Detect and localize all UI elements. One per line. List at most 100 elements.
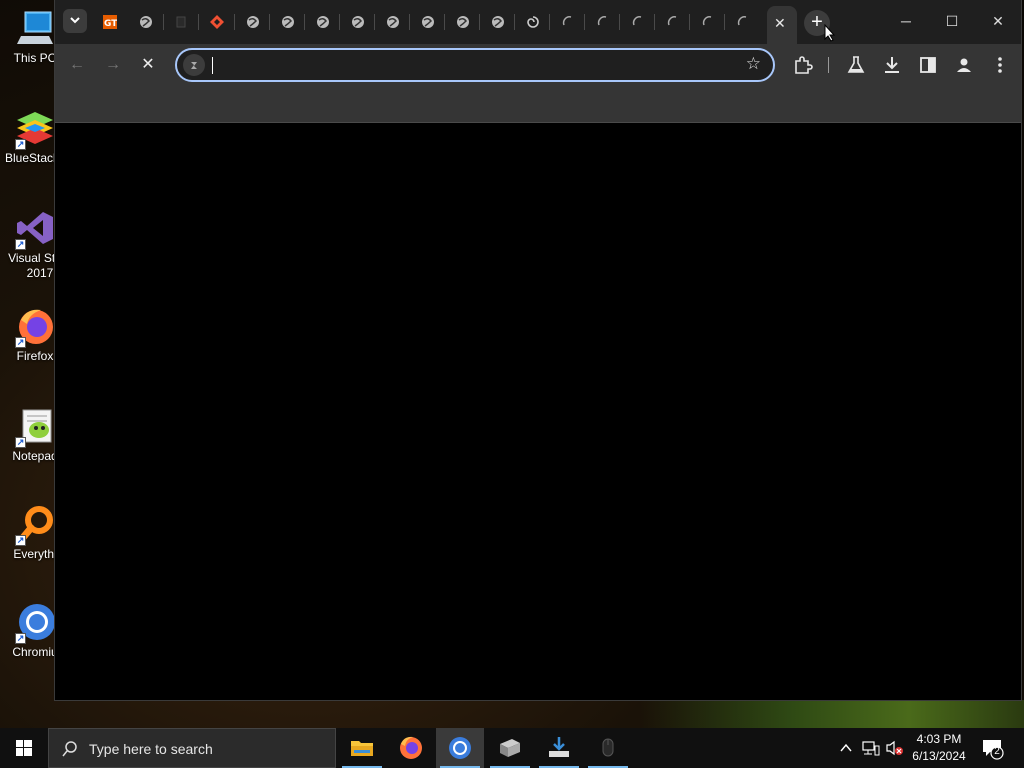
minimize-button[interactable]: ─ bbox=[883, 10, 929, 32]
folder-icon bbox=[351, 741, 373, 756]
bookmarks-bar bbox=[55, 87, 1021, 123]
start-button[interactable] bbox=[0, 728, 48, 768]
loading-spinner-icon bbox=[667, 16, 677, 26]
taskbar: Type here to search 4:03 PM 6/13/2024 2 bbox=[0, 728, 1024, 768]
taskbar-app-download[interactable] bbox=[535, 728, 583, 768]
taskbar-clock[interactable]: 4:03 PM 6/13/2024 bbox=[906, 731, 972, 765]
toolbar-separator bbox=[828, 57, 829, 73]
wallpaper-grass bbox=[640, 700, 1024, 728]
tab-search-button[interactable] bbox=[63, 9, 87, 33]
tab-loading[interactable] bbox=[620, 8, 655, 36]
profile-avatar-icon[interactable] bbox=[953, 54, 975, 76]
address-bar[interactable]: ☆ bbox=[175, 48, 775, 82]
globe-icon bbox=[247, 16, 259, 28]
address-input[interactable] bbox=[213, 55, 733, 76]
taskbar-app-file-explorer[interactable] bbox=[338, 728, 386, 768]
page-content bbox=[55, 124, 1021, 700]
shortcut-arrow-icon: ↗ bbox=[15, 437, 26, 448]
browser-toolbar: ← → ✕ ☆ bbox=[55, 44, 1021, 87]
package-icon bbox=[500, 739, 520, 757]
chromium-icon bbox=[449, 737, 471, 759]
shortcut-arrow-icon: ↗ bbox=[15, 139, 26, 150]
network-icon[interactable] bbox=[862, 740, 880, 756]
loading-spinner-icon bbox=[737, 16, 747, 26]
globe-icon bbox=[422, 16, 434, 28]
tab-globe[interactable] bbox=[375, 8, 410, 36]
loading-spinner-icon bbox=[562, 16, 572, 26]
globe-icon bbox=[140, 16, 152, 28]
tab-globe[interactable] bbox=[235, 8, 270, 36]
close-window-button[interactable]: ✕ bbox=[975, 10, 1021, 32]
bookmark-star-icon[interactable]: ☆ bbox=[746, 54, 761, 74]
tab-loading[interactable] bbox=[550, 8, 585, 36]
globe-icon bbox=[492, 16, 504, 28]
globe-icon bbox=[282, 16, 294, 28]
show-hidden-icons-chevron-icon[interactable] bbox=[839, 741, 853, 755]
back-button[interactable]: ← bbox=[65, 53, 89, 77]
taskbar-app-chromium[interactable] bbox=[436, 728, 484, 768]
download-icon[interactable] bbox=[881, 54, 903, 76]
gt-favicon-icon: GT bbox=[103, 15, 117, 29]
tab-globe[interactable] bbox=[445, 8, 480, 36]
tab-globe[interactable] bbox=[340, 8, 375, 36]
taskbar-app-mouse[interactable] bbox=[584, 728, 632, 768]
loading-spinner-icon bbox=[702, 16, 712, 26]
globe-icon bbox=[317, 16, 329, 28]
notification-count: 2 bbox=[994, 746, 1000, 757]
windows-logo-icon bbox=[16, 740, 32, 756]
side-panel-icon[interactable] bbox=[917, 54, 939, 76]
tab-globe[interactable] bbox=[305, 8, 340, 36]
download-tray-icon bbox=[549, 737, 569, 757]
shortcut-arrow-icon: ↗ bbox=[15, 337, 26, 348]
extensions-puzzle-icon[interactable] bbox=[792, 54, 814, 76]
chromium-icon: ↗ bbox=[15, 602, 55, 644]
maximize-button[interactable]: ☐ bbox=[929, 10, 975, 32]
tab-loading[interactable] bbox=[655, 8, 690, 36]
close-tab-icon[interactable]: ✕ bbox=[774, 15, 786, 32]
taskbar-app-package[interactable] bbox=[486, 728, 534, 768]
mouse-icon bbox=[602, 738, 614, 757]
tab-loading[interactable] bbox=[725, 8, 760, 36]
search-placeholder: Type here to search bbox=[89, 741, 213, 757]
globe-icon bbox=[352, 16, 364, 28]
taskbar-search-box[interactable]: Type here to search bbox=[48, 728, 336, 768]
tab-loading[interactable] bbox=[690, 8, 725, 36]
shortcut-arrow-icon: ↗ bbox=[15, 633, 26, 644]
bluestacks-icon: ↗ bbox=[15, 108, 55, 150]
tab-dark-page[interactable] bbox=[163, 8, 198, 36]
volume-muted-icon[interactable] bbox=[886, 740, 904, 756]
site-info-icon[interactable] bbox=[183, 54, 205, 76]
everything-search-icon: ↗ bbox=[15, 504, 55, 546]
stop-loading-button[interactable]: ✕ bbox=[136, 53, 160, 77]
globe-icon bbox=[387, 16, 399, 28]
browser-window: GT ✕ + ─ ☐ ✕ ← → ✕ ☆ bbox=[54, 0, 1022, 701]
tab-strip: GT ✕ + ─ ☐ ✕ bbox=[55, 0, 1021, 44]
loading-spinner-icon bbox=[597, 16, 607, 26]
svg-text:GT: GT bbox=[104, 19, 117, 29]
firefox-icon bbox=[400, 736, 422, 759]
labs-flask-icon[interactable] bbox=[845, 54, 867, 76]
page-icon bbox=[176, 16, 186, 28]
computer-icon bbox=[15, 8, 55, 48]
tab-globe[interactable] bbox=[270, 8, 305, 36]
taskbar-app-firefox[interactable] bbox=[387, 728, 435, 768]
more-menu-icon[interactable] bbox=[989, 54, 1011, 76]
action-center-button[interactable]: 2 bbox=[980, 736, 1004, 760]
visual-studio-icon: ↗ bbox=[15, 208, 55, 250]
tab-loading[interactable] bbox=[585, 8, 620, 36]
tab-gt[interactable]: GT bbox=[92, 8, 127, 36]
git-diamond-icon bbox=[210, 15, 224, 29]
clock-date: 6/13/2024 bbox=[912, 749, 966, 763]
tab-globe[interactable] bbox=[480, 8, 515, 36]
shortcut-arrow-icon: ↗ bbox=[15, 239, 26, 250]
tab-swirl[interactable] bbox=[515, 8, 550, 36]
tab-git[interactable] bbox=[199, 8, 234, 36]
notepad-plus-icon: ↗ bbox=[15, 406, 55, 448]
clock-time: 4:03 PM bbox=[916, 732, 962, 746]
forward-button[interactable]: → bbox=[101, 53, 125, 77]
search-icon bbox=[62, 741, 77, 757]
tab-globe[interactable] bbox=[410, 8, 445, 36]
tab-globe[interactable] bbox=[128, 8, 163, 36]
globe-icon bbox=[457, 16, 469, 28]
tab-active[interactable]: ✕ bbox=[767, 6, 797, 44]
